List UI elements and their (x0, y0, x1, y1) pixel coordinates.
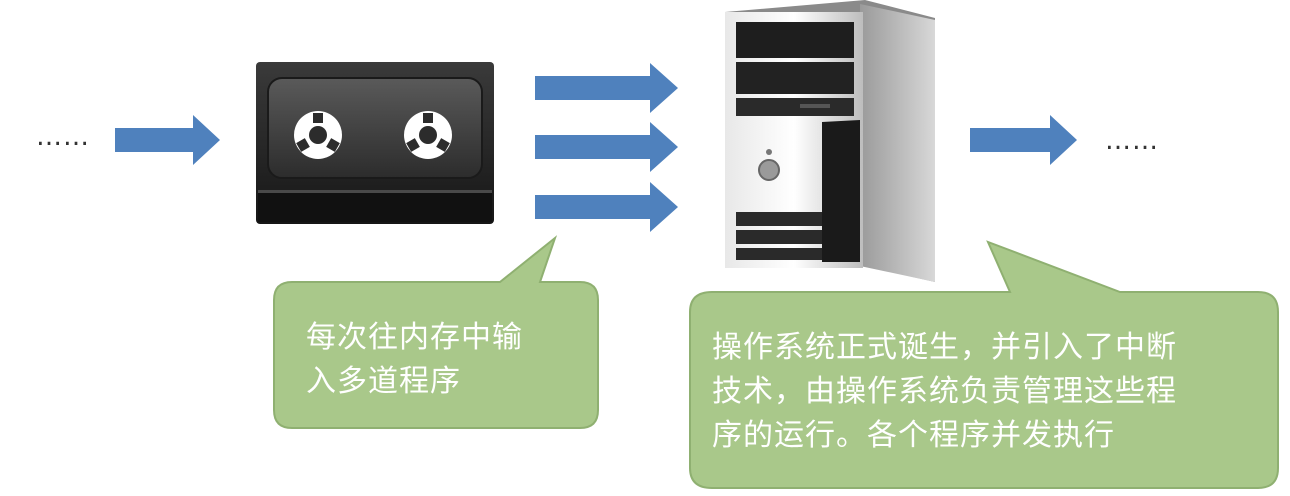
arrow-into-computer-2 (535, 122, 678, 172)
arrow-into-computer-1 (535, 63, 678, 113)
arrow-into-computer-3 (535, 182, 678, 232)
multiprogramming-diagram: …… …… 每次往内存中输 入多道程序 操作系统正式诞生，并引入了中断 技术，由… (0, 0, 1290, 496)
right-bubble-line-1: 操作系统正式诞生，并引入了中断 (712, 330, 1177, 365)
arrow-out-of-computer (970, 115, 1077, 165)
right-bubble-text: 操作系统正式诞生，并引入了中断 技术，由操作系统负责管理这些程 序的运行。各个程… (712, 326, 1272, 458)
desktop-tower-computer-icon (725, 0, 935, 282)
cassette-tape-icon (256, 62, 494, 224)
left-bubble-text: 每次往内存中输 入多道程序 (306, 316, 566, 404)
right-bubble-line-2: 技术，由操作系统负责管理这些程 (712, 374, 1177, 409)
right-bubble-line-3: 序的运行。各个程序并发执行 (712, 418, 1115, 453)
left-bubble-line-1: 每次往内存中输 (306, 320, 523, 355)
left-bubble-line-2: 入多道程序 (306, 364, 461, 399)
arrow-into-tape (115, 115, 220, 165)
